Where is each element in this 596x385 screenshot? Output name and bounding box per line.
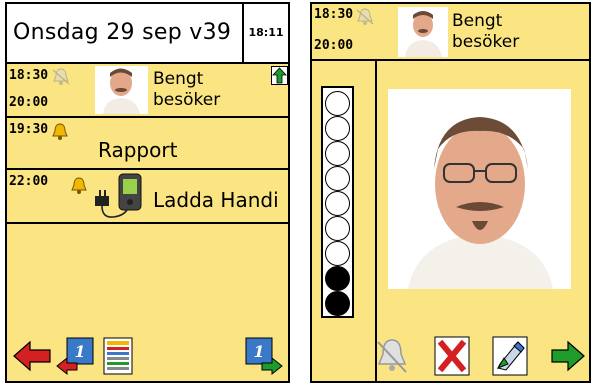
- edit-pencil-icon[interactable]: [492, 336, 528, 376]
- progress-dot: [325, 166, 350, 191]
- event-start-time: 22:00: [9, 174, 49, 189]
- event-detail-header: 18:30 20:00 Bengt besöker: [312, 4, 589, 61]
- progress-dot: [325, 91, 350, 116]
- current-time: 18:11: [244, 4, 288, 64]
- day-view-panel: Onsdag 29 sep v39 18:11 18:30 20:00 Beng…: [5, 2, 290, 383]
- event-end-time: 20:00: [314, 38, 354, 53]
- event-title: Rapport: [98, 138, 178, 162]
- event-row-ladda-handi[interactable]: 22:00 Ladda Handi: [7, 170, 288, 224]
- progress-dot: [325, 191, 350, 216]
- progress-column: [312, 61, 377, 381]
- alarm-bell-icon[interactable]: [374, 336, 410, 376]
- event-start-time: 19:30: [9, 122, 49, 137]
- event-detail-panel: 18:30 20:00 Bengt besöker: [310, 2, 591, 383]
- list-view-icon[interactable]: [98, 336, 138, 376]
- muted-bell-icon: [52, 68, 70, 85]
- bengt-thumbnail-photo: [95, 66, 148, 114]
- muted-bell-icon: [356, 8, 374, 25]
- alarm-bell-icon: [71, 177, 87, 194]
- date-header: Onsdag 29 sep v39: [7, 4, 244, 64]
- back-to-day-icon[interactable]: 1: [55, 336, 95, 376]
- progress-dot: [325, 266, 350, 291]
- event-row-bengt[interactable]: 18:30 20:00 Bengt besöker: [7, 64, 288, 118]
- progress-dot: [325, 141, 350, 166]
- event-photo: [388, 89, 571, 289]
- arrow-left-icon[interactable]: [12, 336, 52, 376]
- event-title-line1: Bengt: [452, 11, 503, 31]
- event-end-time: 20:00: [9, 95, 49, 110]
- progress-dot: [325, 116, 350, 141]
- event-title-line2: besöker: [452, 32, 520, 52]
- svg-text:1: 1: [253, 342, 264, 361]
- event-start-time: 18:30: [9, 68, 49, 83]
- event-title: Ladda Handi: [153, 188, 279, 212]
- progress-dot: [325, 241, 350, 266]
- event-title-line2: besöker: [153, 90, 221, 110]
- event-row-rapport[interactable]: 19:30 Rapport: [7, 118, 288, 170]
- alarm-bell-icon: [52, 123, 68, 140]
- delete-x-icon[interactable]: [434, 336, 470, 376]
- bengt-thumbnail-photo: [398, 7, 448, 57]
- progress-indicator: [321, 86, 354, 318]
- progress-dot: [325, 216, 350, 241]
- event-title-line1: Bengt: [153, 69, 204, 89]
- charger-device-icon: [95, 173, 142, 218]
- forward-to-day-icon[interactable]: 1: [244, 336, 284, 376]
- svg-text:1: 1: [74, 342, 85, 361]
- event-start-time: 18:30: [314, 7, 354, 22]
- arrow-right-icon[interactable]: [550, 336, 586, 376]
- progress-dot: [325, 291, 350, 316]
- arrow-up-icon[interactable]: [271, 66, 288, 85]
